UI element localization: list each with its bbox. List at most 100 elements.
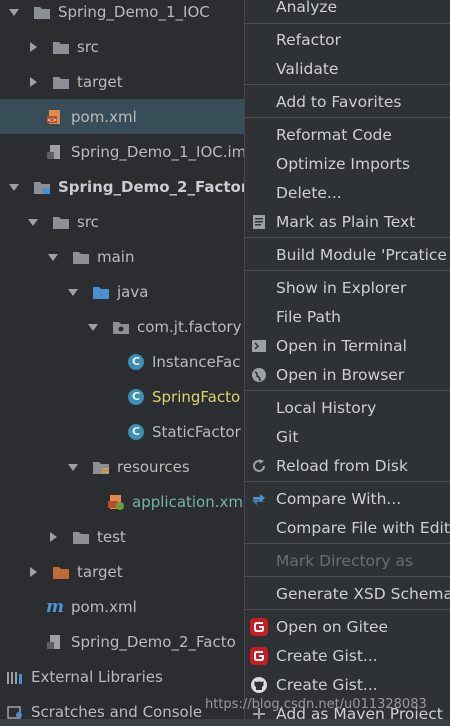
libraries-icon <box>7 669 23 685</box>
excluded-folder-icon <box>53 564 69 580</box>
menu-item-label: Open in Terminal <box>276 336 407 355</box>
tree-item-package[interactable]: com.jt.factory <box>0 309 244 344</box>
status-bar <box>0 719 450 726</box>
menu-item-label: Compare With... <box>276 489 402 508</box>
menu-item-generate-xsd-schema[interactable]: Generate XSD Schema <box>245 579 450 608</box>
menu-item-open-in-browser[interactable]: Open in Browser <box>245 360 450 389</box>
menu-item-label: Add to Favorites <box>276 92 402 111</box>
menu-item-compare-with[interactable]: Compare With... <box>245 484 450 513</box>
menu-separator <box>245 390 450 391</box>
menu-item-mark-directory-as: Mark Directory as <box>245 546 450 575</box>
tree-item-label: resources <box>117 457 190 476</box>
chevron-down-icon[interactable] <box>67 461 79 473</box>
chevron-down-icon[interactable] <box>8 6 20 18</box>
tree-item-src[interactable]: src <box>0 204 244 239</box>
menu-item-create-gist-gitee[interactable]: Create Gist... <box>245 641 450 670</box>
tree-item-label: SpringFacto <box>152 387 241 406</box>
menu-separator <box>245 609 450 610</box>
tree-item-external-libraries[interactable]: External Libraries <box>0 659 244 694</box>
menu-item-show-in-explorer[interactable]: Show in Explorer <box>245 273 450 302</box>
menu-item-delete[interactable]: Delete... <box>245 178 450 207</box>
tree-item-label: com.jt.factory <box>137 317 242 336</box>
menu-item-validate[interactable]: Validate <box>245 54 450 83</box>
menu-item-label: Open in Browser <box>276 365 405 384</box>
tree-item-main[interactable]: main <box>0 239 244 274</box>
tree-item-label: application.xm <box>132 492 243 511</box>
class-icon: C <box>128 388 144 405</box>
tree-item-class[interactable]: C SpringFacto <box>0 379 244 414</box>
tree-item-label: test <box>97 527 126 546</box>
tree-item-label: target <box>77 562 123 581</box>
tree-item-target[interactable]: target <box>0 64 244 99</box>
menu-item-create-gist-github[interactable]: Create Gist... <box>245 670 450 699</box>
tree-item-application-xml[interactable]: application.xm <box>0 484 244 519</box>
menu-item-mark-plain-text[interactable]: Mark as Plain Text <box>245 207 450 236</box>
scratches-icon <box>7 704 23 720</box>
menu-item-build-module[interactable]: Build Module 'Prcatice <box>245 240 450 269</box>
tree-item-pom-xml[interactable]: m pom.xml <box>0 589 244 624</box>
menu-item-label: Validate <box>276 59 339 78</box>
menu-separator <box>245 237 450 238</box>
menu-separator <box>245 576 450 577</box>
tree-item-java[interactable]: java <box>0 274 244 309</box>
menu-item-open-in-terminal[interactable]: Open in Terminal <box>245 331 450 360</box>
menu-separator <box>245 543 450 544</box>
menu-item-label: Optimize Imports <box>276 154 410 173</box>
menu-item-label: Delete... <box>276 183 342 202</box>
tree-item-spring-demo-2-factory[interactable]: Spring_Demo_2_Factory <box>0 169 244 204</box>
tree-item-pom-xml-selected[interactable]: <> pom.xml <box>0 99 244 134</box>
tree-item-class[interactable]: C StaticFactor <box>0 414 244 449</box>
menu-item-add-to-favorites[interactable]: Add to Favorites <box>245 87 450 116</box>
folder-icon <box>73 249 89 265</box>
source-folder-icon <box>93 284 109 300</box>
watermark-text: https://blog.csdn.net/u011328083 <box>205 697 427 712</box>
folder-icon <box>53 39 69 55</box>
spring-xml-icon <box>108 494 124 510</box>
tree-item-target[interactable]: target <box>0 554 244 589</box>
tree-item-label: StaticFactor <box>152 422 241 441</box>
chevron-right-icon[interactable] <box>27 76 39 88</box>
menu-item-refactor[interactable]: Refactor <box>245 25 450 54</box>
svg-text:<>: <> <box>47 117 57 124</box>
chevron-down-icon[interactable] <box>27 216 39 228</box>
tree-item-src[interactable]: src <box>0 29 244 64</box>
chevron-right-icon[interactable] <box>27 566 39 578</box>
tree-item-iml-file[interactable]: Spring_Demo_1_IOC.im <box>0 134 244 169</box>
menu-item-reload-from-disk[interactable]: Reload from Disk <box>245 451 450 480</box>
tree-item-class[interactable]: C InstanceFac <box>0 344 244 379</box>
github-icon <box>249 675 269 695</box>
menu-item-file-path[interactable]: File Path <box>245 302 450 331</box>
tree-item-iml-file[interactable]: Spring_Demo_2_Facto <box>0 624 244 659</box>
chevron-right-icon[interactable] <box>47 531 59 543</box>
chevron-down-icon[interactable] <box>87 321 99 333</box>
tree-item-spring-demo-1-ioc[interactable]: Spring_Demo_1_IOC <box>0 0 244 29</box>
chevron-right-icon[interactable] <box>27 41 39 53</box>
tree-item-label: Spring_Demo_2_Facto <box>71 632 236 651</box>
menu-item-local-history[interactable]: Local History <box>245 393 450 422</box>
menu-item-compare-file-with-editor[interactable]: Compare File with Edit <box>245 513 450 542</box>
menu-item-analyze[interactable]: Analyze <box>245 0 450 21</box>
menu-item-git[interactable]: Git <box>245 422 450 451</box>
tree-item-label: src <box>77 212 99 231</box>
terminal-icon <box>249 336 269 356</box>
menu-separator <box>245 270 450 271</box>
tree-item-label: src <box>77 37 99 56</box>
menu-item-reformat-code[interactable]: Reformat Code <box>245 120 450 149</box>
menu-item-optimize-imports[interactable]: Optimize Imports <box>245 149 450 178</box>
chevron-down-icon[interactable] <box>8 181 20 193</box>
chevron-down-icon[interactable] <box>47 251 59 263</box>
chevron-down-icon[interactable] <box>67 286 79 298</box>
menu-item-open-on-gitee[interactable]: Open on Gitee <box>245 612 450 641</box>
tree-item-label: Spring_Demo_1_IOC <box>58 2 210 21</box>
context-menu: Analyze Refactor Validate Add to Favorit… <box>244 0 450 726</box>
folder-icon <box>53 74 69 90</box>
tree-item-label: InstanceFac <box>152 352 241 371</box>
tree-item-label: Spring_Demo_1_IOC.im <box>71 142 244 161</box>
tree-item-resources[interactable]: resources <box>0 449 244 484</box>
menu-item-label: Show in Explorer <box>276 278 407 297</box>
tree-item-label: pom.xml <box>71 107 137 126</box>
module-file-icon <box>47 144 63 160</box>
tree-item-test[interactable]: test <box>0 519 244 554</box>
package-icon <box>113 319 129 335</box>
folder-icon <box>73 529 89 545</box>
